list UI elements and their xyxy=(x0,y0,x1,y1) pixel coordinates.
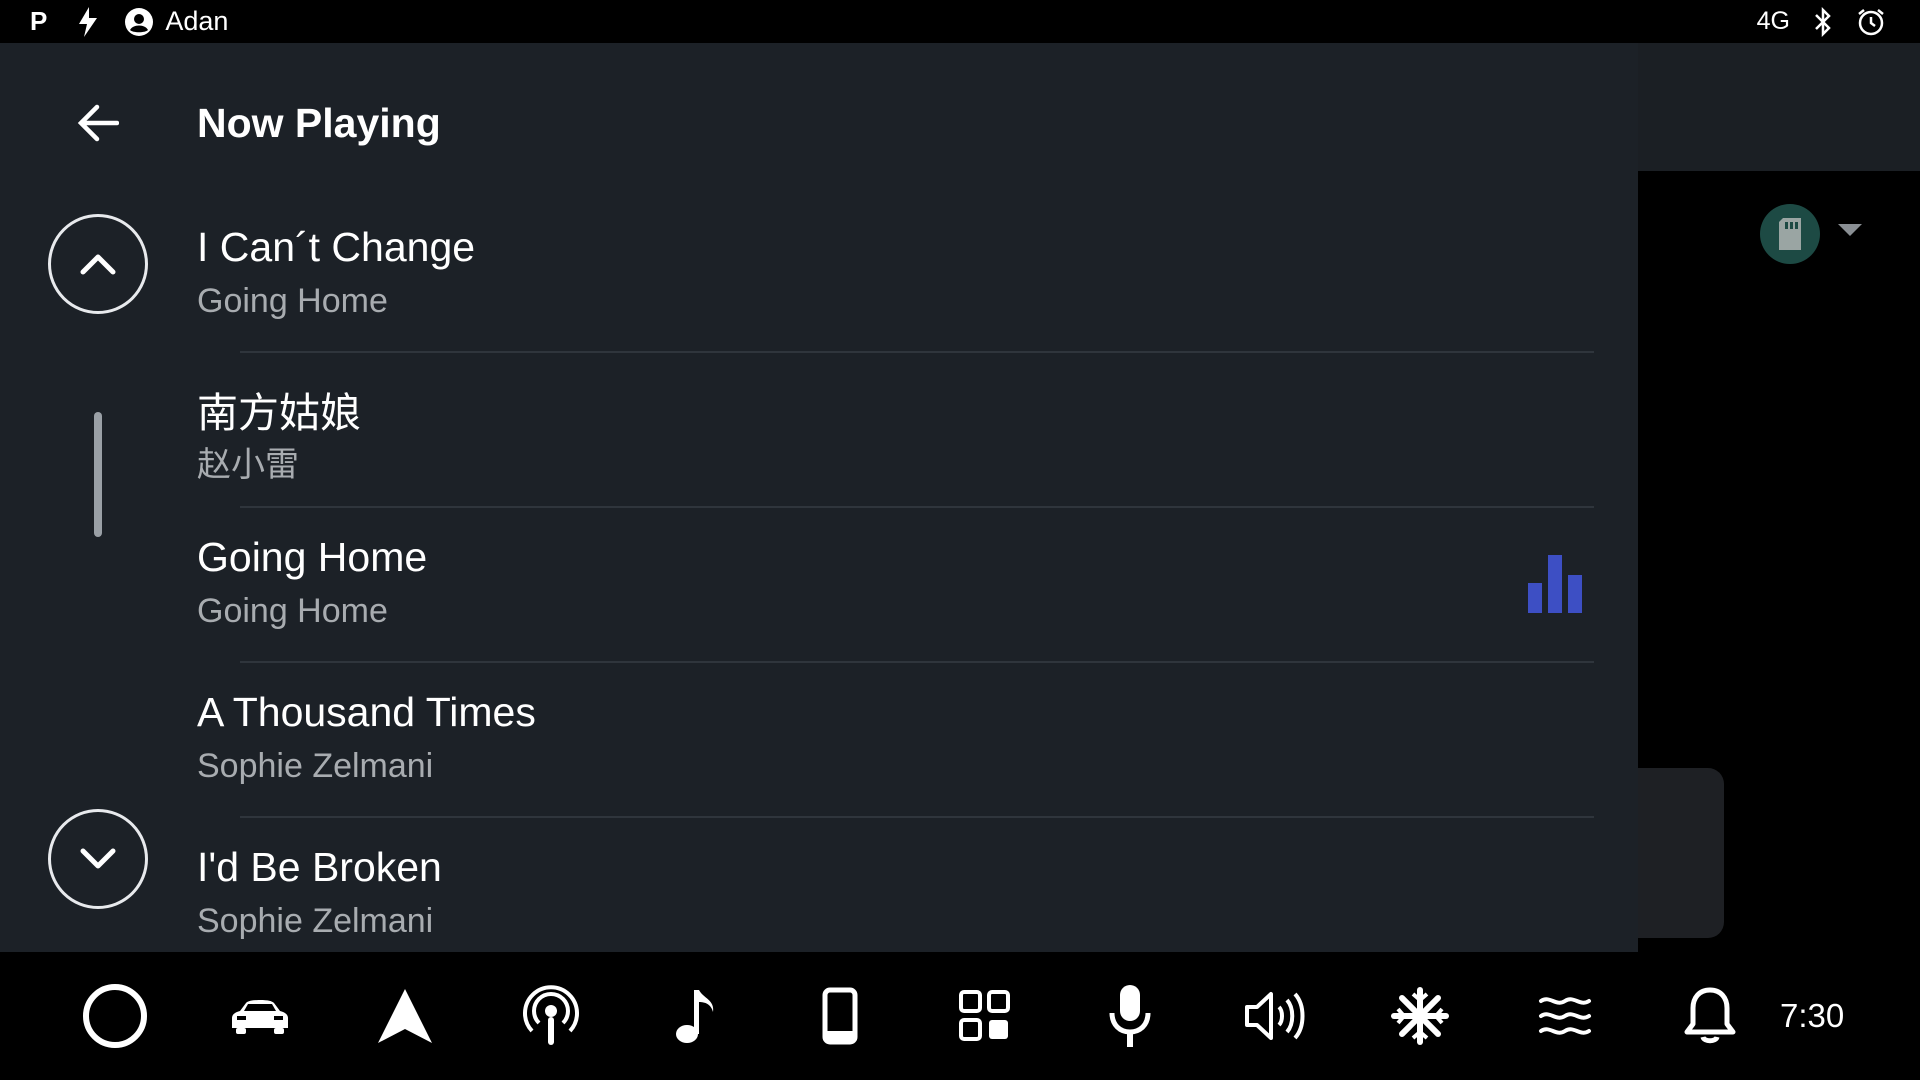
network-indicator: 4G xyxy=(1756,7,1790,35)
music-icon xyxy=(676,990,714,1043)
track-list: I Can´t Change Going Home 南方姑娘 赵小雷 Going… xyxy=(0,198,1638,973)
status-bar: P Adan 4G xyxy=(0,0,1920,43)
clock: 7:30 xyxy=(1780,997,1845,1034)
vehicle-button[interactable] xyxy=(222,978,298,1054)
podcast-button[interactable] xyxy=(513,978,589,1054)
climate-icon xyxy=(1391,987,1449,1045)
arrow-back-icon xyxy=(77,104,119,142)
volume-icon xyxy=(1245,992,1305,1040)
track-title: A Thousand Times xyxy=(197,689,536,735)
back-button[interactable] xyxy=(58,83,138,163)
podcast-icon xyxy=(523,985,579,1045)
alarm-icon xyxy=(1856,7,1886,37)
track-artist: Sophie Zelmani xyxy=(197,902,434,940)
chevron-down-icon[interactable] xyxy=(1838,224,1862,243)
background-header xyxy=(1638,43,1920,171)
charging-icon xyxy=(77,6,99,37)
track-artist: Sophie Zelmani xyxy=(197,747,434,785)
navigation-icon xyxy=(378,989,432,1043)
volume-button[interactable] xyxy=(1236,978,1312,1054)
heated-seat-button[interactable] xyxy=(1527,978,1603,1054)
apps-icon xyxy=(959,990,1010,1041)
track-artist: 赵小雷 xyxy=(197,446,299,484)
list-item[interactable]: I Can´t Change Going Home xyxy=(0,198,1638,353)
track-artist: Going Home xyxy=(197,592,388,630)
sd-card-icon xyxy=(1779,218,1801,250)
navigation-button[interactable] xyxy=(367,978,443,1054)
track-artist: Going Home xyxy=(197,282,388,320)
screen: P Adan 4G Now Playing I Can´t Change Goi… xyxy=(0,0,1920,1080)
apps-button[interactable] xyxy=(947,978,1023,1054)
list-item[interactable]: 南方姑娘 赵小雷 xyxy=(0,353,1638,508)
climate-button[interactable] xyxy=(1382,978,1458,1054)
voice-assistant-button[interactable] xyxy=(1092,978,1168,1054)
user-name: Adan xyxy=(165,6,229,36)
list-item[interactable]: A Thousand Times Sophie Zelmani xyxy=(0,663,1638,818)
phone-button[interactable] xyxy=(802,978,878,1054)
page-title: Now Playing xyxy=(197,100,441,146)
home-icon xyxy=(83,984,147,1048)
phone-icon xyxy=(822,987,858,1045)
heated-seat-icon xyxy=(1539,997,1591,1035)
now-playing-equalizer-icon xyxy=(1528,555,1584,618)
track-title: 南方姑娘 xyxy=(197,390,361,436)
bottom-nav-bar xyxy=(0,952,1920,1080)
bluetooth-icon xyxy=(1814,6,1832,37)
home-button[interactable] xyxy=(77,978,153,1054)
list-item[interactable]: I'd Be Broken Sophie Zelmani xyxy=(0,818,1638,973)
notifications-icon xyxy=(1684,987,1736,1044)
notifications-button[interactable] xyxy=(1672,978,1748,1054)
now-playing-panel: Now Playing I Can´t Change Going Home 南方… xyxy=(0,43,1638,973)
car-icon xyxy=(232,1000,288,1034)
track-title: Going Home xyxy=(197,534,428,580)
track-title: I'd Be Broken xyxy=(197,844,442,890)
microphone-icon xyxy=(1109,985,1151,1047)
list-item[interactable]: Going Home Going Home xyxy=(0,508,1638,663)
track-title: I Can´t Change xyxy=(197,224,476,270)
parking-icon: P xyxy=(30,6,48,36)
account-icon xyxy=(125,7,154,36)
music-button[interactable] xyxy=(657,978,733,1054)
media-source-button[interactable] xyxy=(1760,204,1820,264)
